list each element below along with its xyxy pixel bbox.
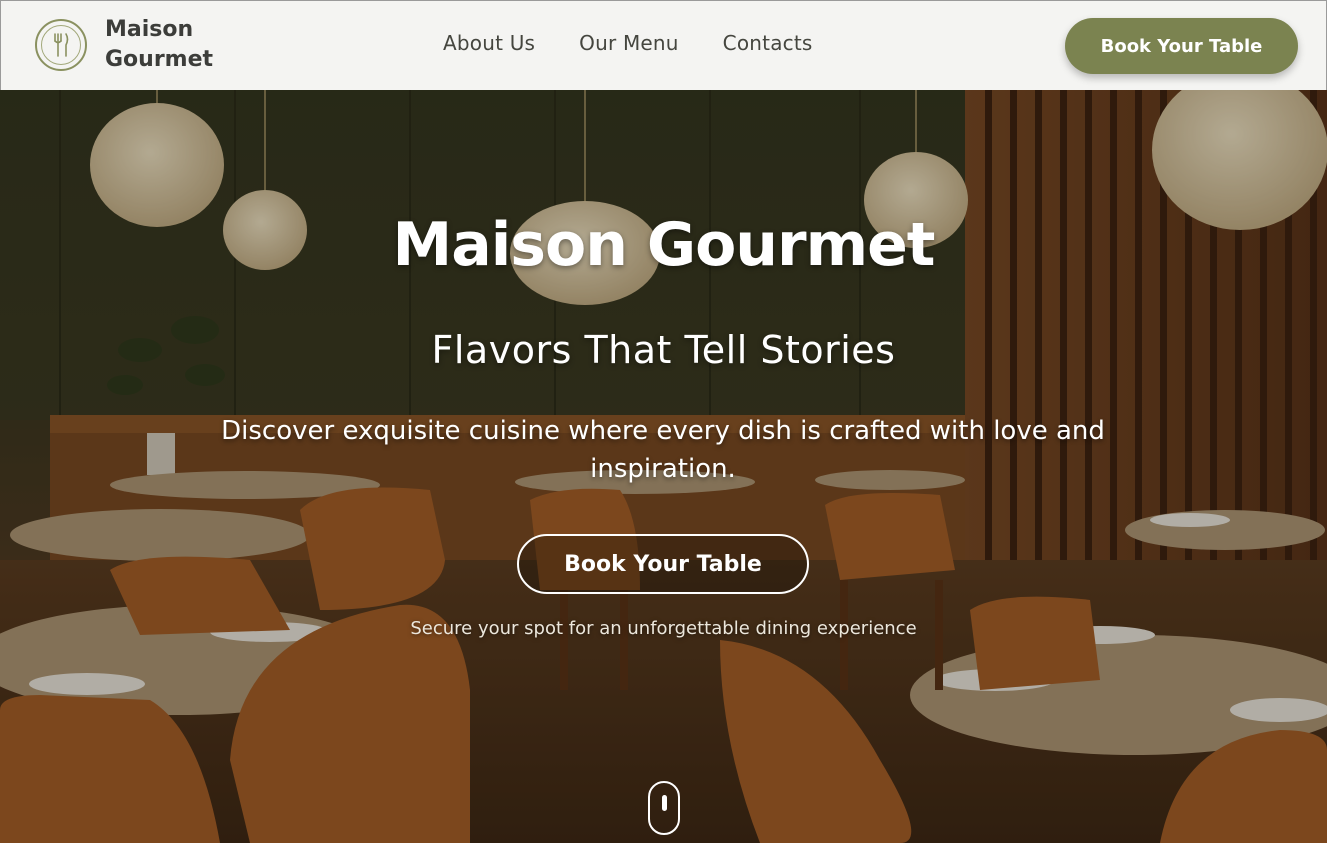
brand-name: Maison Gourmet — [105, 17, 214, 72]
hero-section: Maison Gourmet Flavors That Tell Stories… — [0, 90, 1327, 843]
hero-book-table-button[interactable]: Book Your Table — [517, 534, 809, 594]
hero-content: Maison Gourmet Flavors That Tell Stories… — [0, 90, 1327, 843]
nav-contacts[interactable]: Contacts — [723, 31, 813, 55]
fork-knife-icon — [35, 19, 87, 71]
hero-booking-note: Secure your spot for an unforgettable di… — [410, 618, 917, 639]
nav-about-us[interactable]: About Us — [443, 31, 535, 55]
site-header: Maison Gourmet About Us Our Menu Contact… — [0, 0, 1327, 90]
hero-subtitle: Flavors That Tell Stories — [431, 328, 896, 372]
main-nav: About Us Our Menu Contacts — [443, 31, 857, 55]
scroll-wheel-dot — [662, 795, 667, 811]
hero-title: Maison Gourmet — [392, 210, 936, 280]
brand-home-link[interactable]: Maison Gourmet — [35, 15, 245, 75]
nav-our-menu[interactable]: Our Menu — [579, 31, 679, 55]
header-book-table-button[interactable]: Book Your Table — [1065, 18, 1298, 74]
hero-description: Discover exquisite cuisine where every d… — [221, 416, 1105, 484]
mouse-scroll-icon[interactable] — [648, 781, 680, 835]
